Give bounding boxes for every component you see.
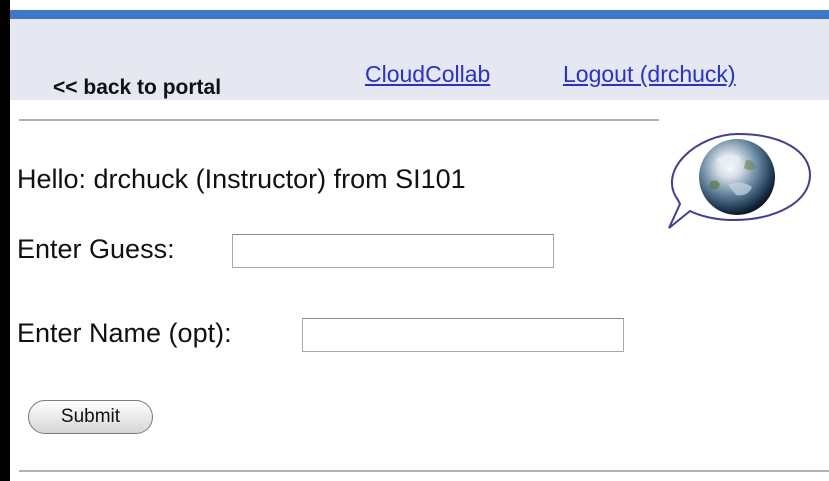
name-label: Enter Name (opt): bbox=[17, 318, 232, 348]
submit-button[interactable]: Submit bbox=[28, 400, 153, 434]
guess-label: Enter Guess: bbox=[17, 234, 175, 264]
greeting-text: Hello: drchuck (Instructor) from SI101 bbox=[17, 164, 466, 194]
logout-link[interactable]: Logout (drchuck) bbox=[563, 61, 736, 88]
name-input[interactable] bbox=[302, 318, 624, 352]
cloudcollab-link[interactable]: CloudCollab bbox=[365, 61, 490, 88]
divider-top bbox=[19, 119, 659, 121]
top-accent-bar bbox=[10, 10, 829, 19]
globe-speech-bubble-icon bbox=[668, 132, 812, 229]
divider-bottom bbox=[19, 470, 829, 472]
back-to-portal-link[interactable]: << back to portal bbox=[53, 76, 221, 100]
navbar: << back to portal CloudCollab Logout (dr… bbox=[10, 19, 829, 100]
app-page: << back to portal CloudCollab Logout (dr… bbox=[10, 0, 829, 481]
guess-input[interactable] bbox=[232, 234, 554, 268]
